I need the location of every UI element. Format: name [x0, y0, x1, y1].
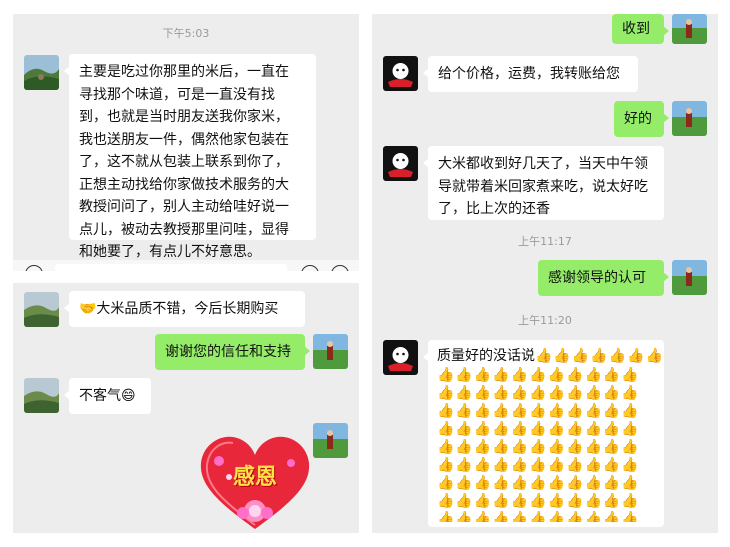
- message-bubble-sent[interactable]: 感谢领导的认可: [538, 260, 669, 296]
- message-bubble-received[interactable]: 主要是吃过你那里的米后，一直在 寻找那个味道，可是一直没有找 到，也就是当时朋友…: [64, 54, 316, 260]
- message-bubble-received[interactable]: 质量好的没话说👍👍👍👍👍👍👍 👍👍👍👍👍👍👍👍👍👍👍👍👍👍👍👍👍👍👍👍👍👍👍👍👍…: [423, 340, 664, 527]
- avatar-self-landscape[interactable]: [313, 334, 348, 369]
- voice-icon[interactable]: [25, 265, 43, 271]
- sticker-text: 感恩: [232, 464, 277, 490]
- message-line: 主要是吃过你那里的米后，一直在: [79, 64, 289, 80]
- input-bar-partial: [13, 260, 359, 271]
- message-bubble-received[interactable]: 🤝大米品质不错，今后长期购买: [64, 291, 305, 327]
- chat-panel-top-left: 下午5:03 主要是吃过你那里的米后，一直在 寻找那个味道，可是一直没有找 到，…: [13, 14, 359, 271]
- avatar-contact-logo[interactable]: [383, 146, 418, 181]
- message-line: 我也送朋友一件，偶然他家包装在: [79, 131, 289, 148]
- message-bubble-sent[interactable]: 收到: [612, 14, 669, 44]
- emoji-icon[interactable]: [301, 265, 319, 271]
- timestamp: 上午11:20: [518, 314, 572, 327]
- message-line: 了，比上次的还香: [438, 201, 550, 217]
- message-line: 了，这不就从包装上联系到你了，: [79, 154, 289, 170]
- message-line: 教授问问了，别人主动给哇好说一: [79, 199, 289, 215]
- timestamp: 下午5:03: [162, 27, 210, 40]
- avatar-self-landscape[interactable]: [672, 260, 707, 295]
- heart-sticker[interactable]: 感恩: [199, 433, 311, 533]
- plus-icon[interactable]: [331, 265, 349, 271]
- message-bubble-sent[interactable]: 好的: [614, 101, 669, 137]
- avatar-contact-logo[interactable]: [383, 340, 418, 375]
- avatar-contact-logo[interactable]: [383, 56, 418, 91]
- avatar-self-landscape[interactable]: [313, 423, 348, 458]
- message-text: 质量好的没话说👍👍👍👍👍👍👍: [437, 346, 663, 366]
- avatar-contact-landscape[interactable]: [24, 292, 59, 327]
- chat-panel-right: 收到 给个价格，运费，我转账给您 好的 大米都收到好几天了，当天中午领 导就带着…: [372, 14, 718, 533]
- message-line: 到，也就是当时朋友送我你家米，: [79, 109, 289, 125]
- message-bubble-sent[interactable]: 谢谢您的信任和支持: [155, 334, 310, 370]
- thumbs-up-icons: 👍👍👍👍👍👍👍👍👍👍👍👍👍👍👍👍👍👍👍👍👍👍👍👍👍👍👍👍👍👍👍👍👍👍👍👍👍👍👍👍…: [437, 367, 640, 522]
- thumbs-up-icons: 👍👍👍👍👍👍👍: [535, 348, 665, 364]
- message-line: 点儿，被动去教授那里问哇，显得: [79, 221, 289, 238]
- avatar-contact-landscape[interactable]: [24, 378, 59, 413]
- message-line: 大米都收到好几天了，当天中午领: [438, 156, 648, 172]
- avatar-self-landscape[interactable]: [672, 14, 707, 44]
- timestamp: 上午11:17: [518, 235, 572, 248]
- avatar-self-landscape[interactable]: [672, 101, 707, 136]
- chat-panel-bottom-left: 🤝大米品质不错，今后长期购买 谢谢您的信任和支持 不客气😄 感恩: [13, 283, 359, 533]
- message-line: 寻找那个味道，可是一直没有找: [79, 86, 275, 103]
- message-input[interactable]: [55, 264, 287, 271]
- message-text-quality: 质量好的没话说: [437, 348, 535, 364]
- message-line: 导就带着米回家煮来吃，说太好吃: [438, 178, 648, 195]
- message-line: 正想主动找给你家做技术服务的大: [79, 176, 289, 193]
- message-bubble-received[interactable]: 大米都收到好几天了，当天中午领 导就带着米回家煮来吃，说太好吃 了，比上次的还香: [423, 146, 664, 220]
- message-bubble-received[interactable]: 不客气😄: [64, 378, 151, 414]
- message-bubble-received[interactable]: 给个价格，运费，我转账给您: [423, 56, 638, 92]
- avatar-contact-landscape[interactable]: [24, 55, 59, 90]
